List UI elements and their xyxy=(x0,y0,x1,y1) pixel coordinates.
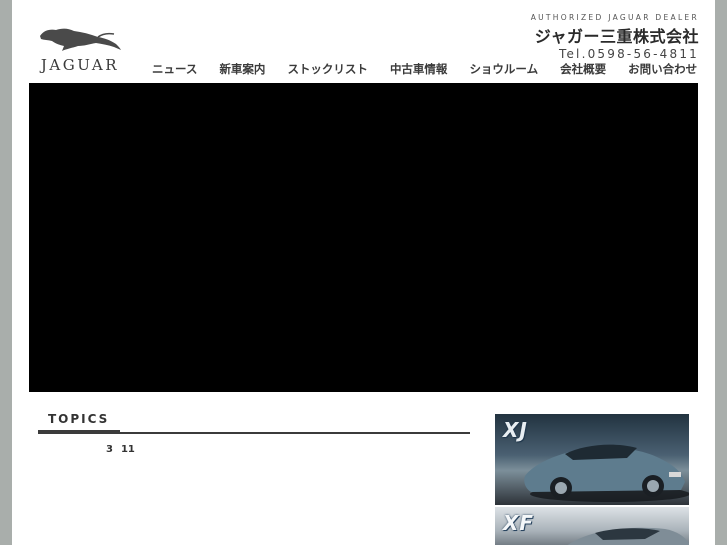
xj-banner[interactable]: XJ xyxy=(495,414,689,505)
main-nav: ニュース 新車案内 ストックリスト 中古車情報 ショウルーム 会社概要 お問い合… xyxy=(142,61,708,77)
xf-banner-label: XF xyxy=(503,511,535,535)
topics-entry-day: 11 xyxy=(120,444,135,455)
topics-heading: TOPICS xyxy=(48,412,110,426)
nav-item-new-cars[interactable]: 新車案内 xyxy=(208,61,276,77)
leaper-icon xyxy=(40,28,121,51)
nav-item-company[interactable]: 会社概要 xyxy=(549,61,617,77)
jaguar-logo[interactable]: JAGUAR xyxy=(32,24,128,74)
xf-banner[interactable]: XF xyxy=(495,507,689,545)
dealer-info: AUTHORIZED JAGUAR DEALER ジャガー三重株式会社 Tel.… xyxy=(531,13,699,61)
nav-item-stock-list[interactable]: ストックリスト xyxy=(276,61,379,77)
logo-wordmark: JAGUAR xyxy=(40,56,120,74)
topics-section: TOPICS 3 11 xyxy=(38,412,470,455)
nav-item-showroom[interactable]: ショウルーム xyxy=(458,61,549,77)
topics-entry[interactable]: 3 11 xyxy=(38,444,470,455)
topics-divider xyxy=(38,430,470,434)
phone-number: Tel.0598-56-4811 xyxy=(558,47,699,61)
company-name: ジャガー三重株式会社 xyxy=(534,27,699,46)
topics-entry-month: 3 xyxy=(106,444,113,455)
nav-item-used-cars[interactable]: 中古車情報 xyxy=(379,61,459,77)
nav-item-contact[interactable]: お問い合わせ xyxy=(617,61,708,77)
page-container: JAGUAR AUTHORIZED JAGUAR DEALER ジャガー三重株式… xyxy=(12,0,715,545)
hero-media[interactable] xyxy=(29,83,698,392)
nav-item-news[interactable]: ニュース xyxy=(142,61,208,77)
dealer-tagline: AUTHORIZED JAGUAR DEALER xyxy=(530,13,699,22)
xj-banner-label: XJ xyxy=(503,418,528,442)
